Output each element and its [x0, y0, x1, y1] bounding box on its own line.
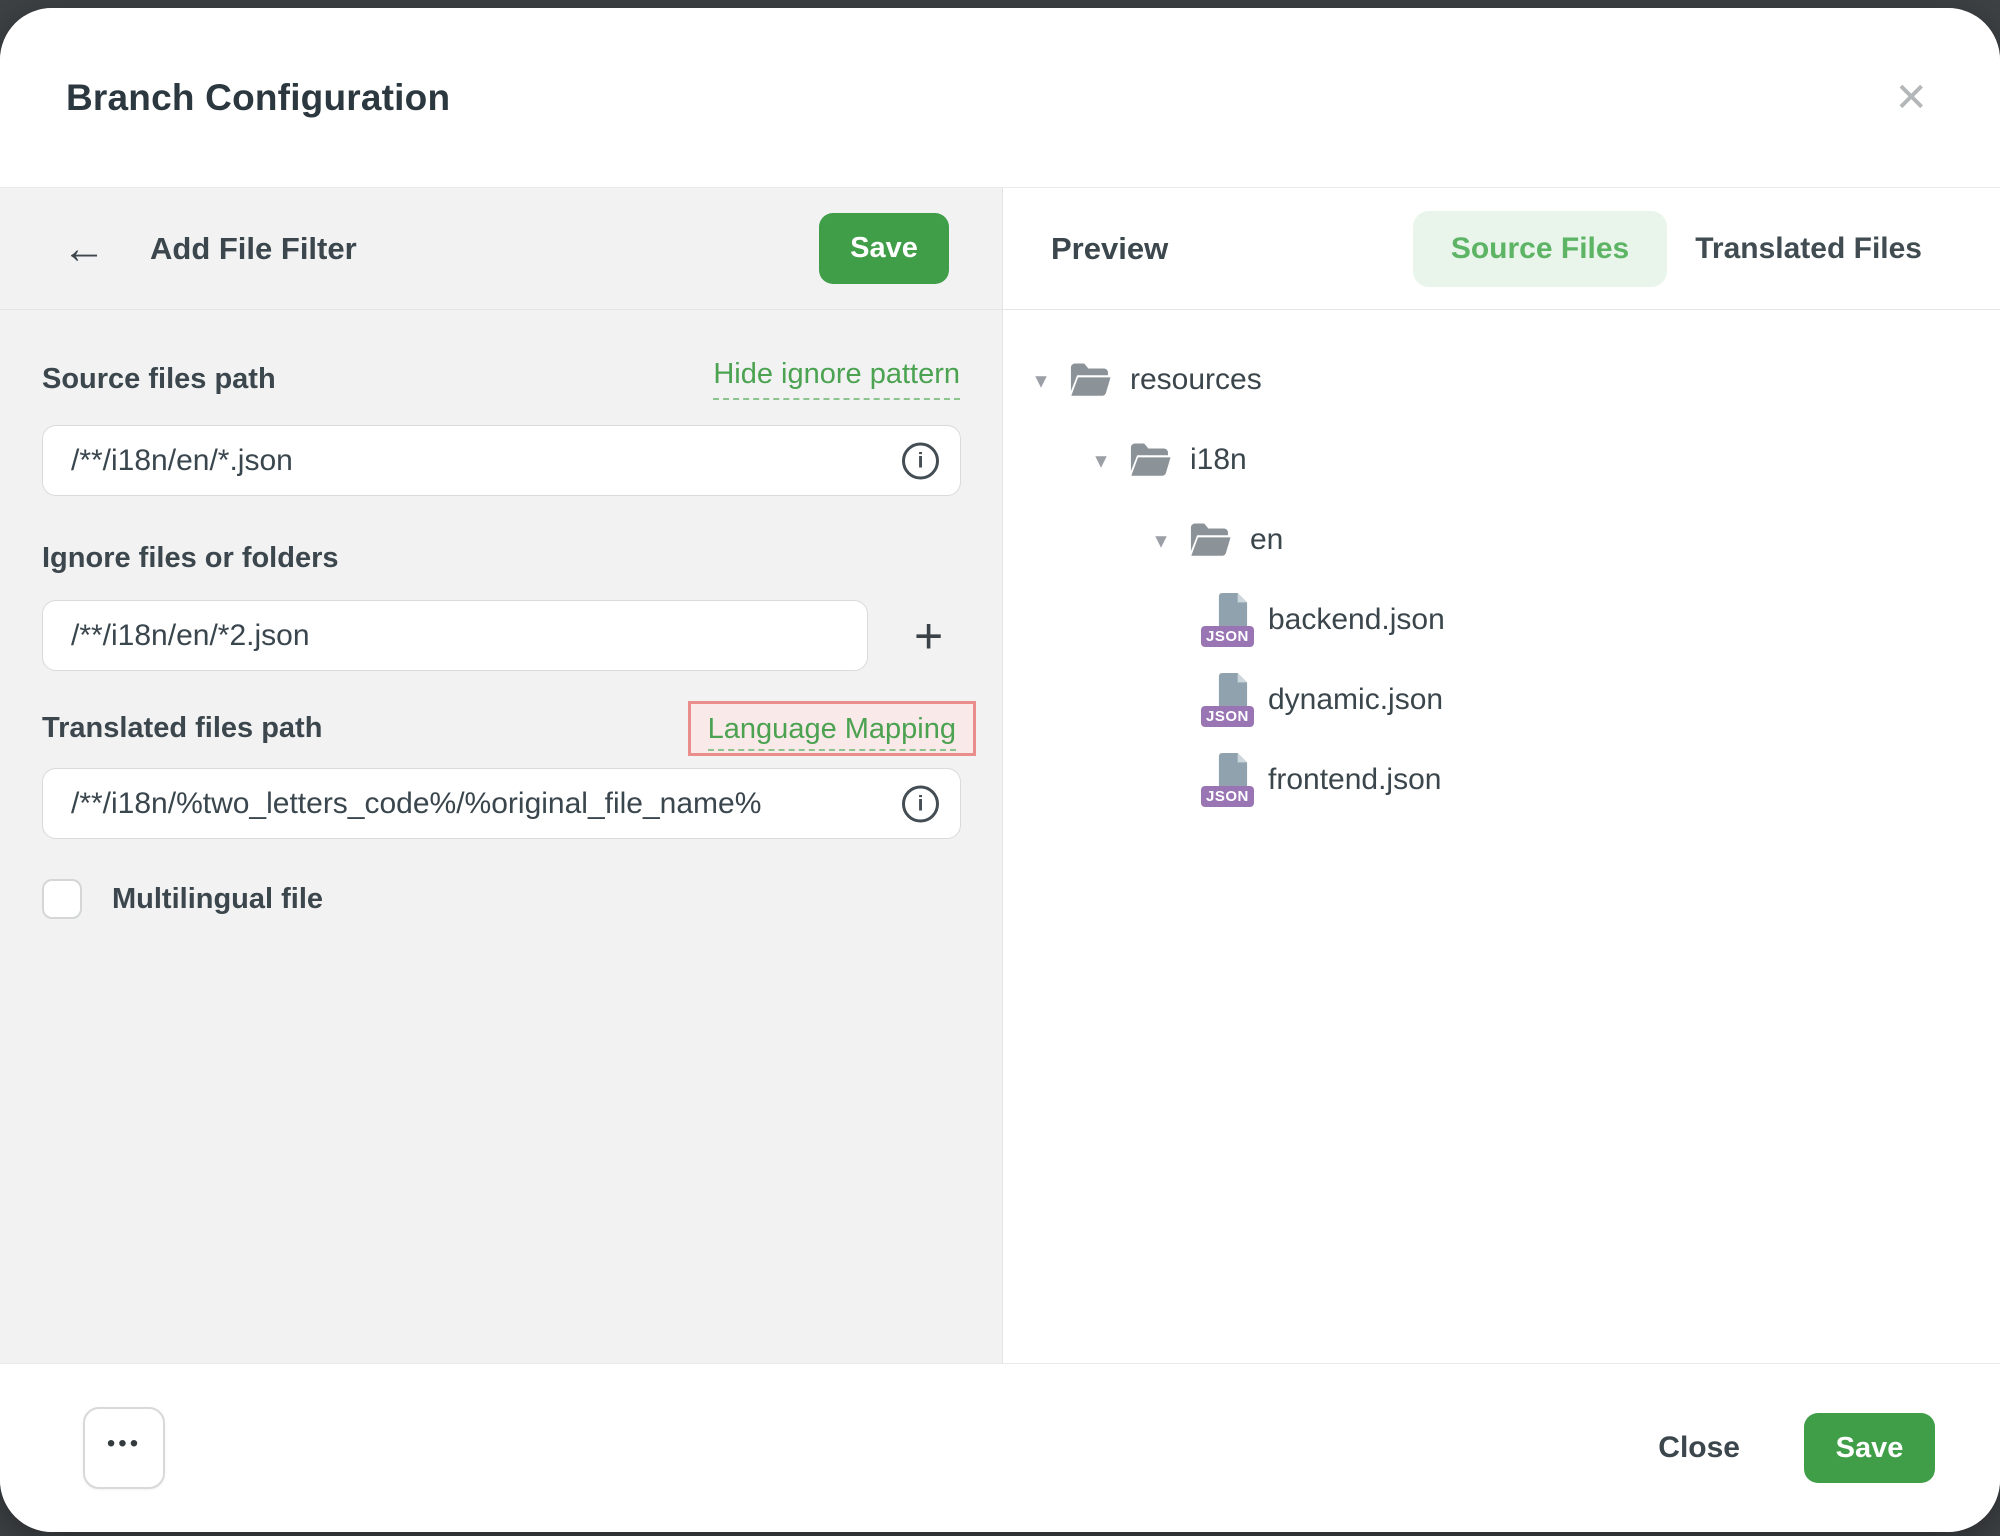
ignore-files-input[interactable] [42, 600, 868, 671]
save-filter-button[interactable]: Save [819, 213, 949, 284]
translated-files-field: i [42, 768, 961, 839]
tree-label: resources [1130, 363, 1262, 397]
modal-header: Branch Configuration ✕ [0, 8, 2000, 188]
modal-title: Branch Configuration [66, 77, 450, 119]
tree-folder-i18n[interactable]: ▾ i18n [1088, 420, 2000, 500]
translated-files-row: Translated files path Language Mapping [42, 701, 960, 756]
preview-toolbar: Preview Source Files Translated Files [1003, 188, 2000, 310]
more-options-button[interactable]: ••• [83, 1407, 165, 1489]
tab-source-files[interactable]: Source Files [1413, 211, 1667, 287]
preview-panel: Preview Source Files Translated Files ▾ … [1003, 188, 2000, 1363]
folder-open-icon [1068, 361, 1112, 399]
translated-files-label: Translated files path [42, 712, 322, 745]
tree-label: i18n [1190, 443, 1247, 477]
json-file-icon: JSON [1208, 593, 1252, 647]
tree-file-frontend-json[interactable]: JSON frontend.json [1208, 740, 2000, 820]
tree-folder-en[interactable]: ▾ en [1148, 500, 2000, 580]
json-badge: JSON [1201, 786, 1254, 807]
json-badge: JSON [1201, 706, 1254, 727]
back-arrow-icon[interactable]: ← [62, 227, 106, 271]
tree-label: en [1250, 523, 1283, 557]
preview-tabs: Source Files Translated Files [1413, 211, 1922, 287]
caret-down-icon[interactable]: ▾ [1028, 369, 1054, 392]
source-files-path-row: Source files path Hide ignore pattern [42, 358, 960, 400]
close-icon[interactable]: ✕ [1894, 78, 1928, 118]
folder-open-icon [1188, 521, 1232, 559]
json-file-icon: JSON [1208, 753, 1252, 807]
info-icon[interactable]: i [902, 785, 939, 822]
tree-file-backend-json[interactable]: JSON backend.json [1208, 580, 2000, 660]
multilingual-file-row: Multilingual file [42, 879, 960, 919]
source-files-path-field: i [42, 425, 961, 496]
ellipsis-icon: ••• [107, 1432, 141, 1456]
footer-actions: Close Save [1652, 1413, 1935, 1483]
tree-label: dynamic.json [1268, 683, 1443, 717]
folder-open-icon [1128, 441, 1172, 479]
language-mapping-link[interactable]: Language Mapping [708, 713, 956, 751]
hide-ignore-pattern-link[interactable]: Hide ignore pattern [713, 358, 960, 400]
save-button[interactable]: Save [1804, 1413, 1935, 1483]
filter-form: Source files path Hide ignore pattern i … [0, 310, 1002, 919]
translated-files-input[interactable] [42, 768, 961, 839]
multilingual-checkbox[interactable] [42, 879, 82, 919]
close-button[interactable]: Close [1652, 1430, 1746, 1466]
file-filter-panel: ← Add File Filter Save Source files path… [0, 188, 1003, 1363]
info-glyph: i [918, 793, 924, 814]
caret-down-icon[interactable]: ▾ [1088, 449, 1114, 472]
file-tree: ▾ resources ▾ i18n ▾ [1003, 310, 2000, 820]
multilingual-label: Multilingual file [112, 883, 323, 916]
tree-label: frontend.json [1268, 763, 1441, 797]
caret-down-icon[interactable]: ▾ [1148, 529, 1174, 552]
tree-folder-resources[interactable]: ▾ resources [1028, 340, 2000, 420]
modal-body: ← Add File Filter Save Source files path… [0, 188, 2000, 1363]
ignore-input-row: + [42, 600, 960, 671]
filter-toolbar: ← Add File Filter Save [0, 188, 1002, 310]
ignore-files-field [42, 600, 868, 671]
tree-label: backend.json [1268, 603, 1445, 637]
filter-panel-title: Add File Filter [150, 231, 819, 267]
info-glyph: i [918, 450, 924, 471]
tab-translated-files[interactable]: Translated Files [1695, 232, 1922, 266]
source-files-path-label: Source files path [42, 363, 276, 396]
modal-footer: ••• Close Save [0, 1363, 2000, 1532]
json-file-icon: JSON [1208, 673, 1252, 727]
language-mapping-highlight: Language Mapping [688, 701, 976, 756]
source-files-path-input[interactable] [42, 425, 961, 496]
ignore-files-label: Ignore files or folders [42, 542, 339, 575]
branch-configuration-modal: Branch Configuration ✕ ← Add File Filter… [0, 8, 2000, 1532]
add-ignore-pattern-button[interactable]: + [908, 610, 949, 662]
json-badge: JSON [1201, 626, 1254, 647]
info-icon[interactable]: i [902, 442, 939, 479]
tree-file-dynamic-json[interactable]: JSON dynamic.json [1208, 660, 2000, 740]
ignore-files-row: Ignore files or folders [42, 542, 960, 575]
preview-title: Preview [1051, 231, 1168, 267]
